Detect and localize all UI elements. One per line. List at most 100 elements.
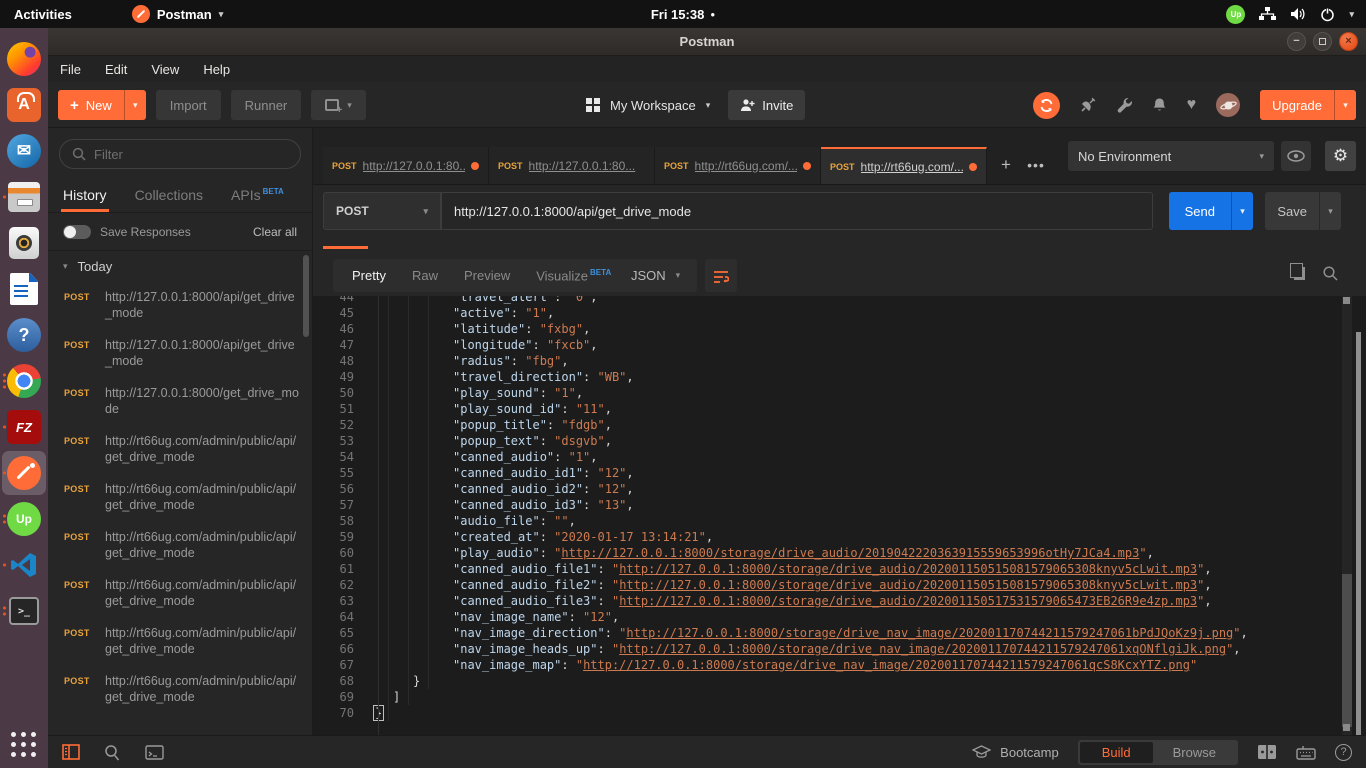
- tab-apis[interactable]: APIsBETA: [231, 187, 284, 212]
- dock-item-ubuntu-software[interactable]: A: [2, 83, 46, 127]
- history-item[interactable]: POSThttp://127.0.0.1:8000/api/get_drive_…: [48, 281, 312, 329]
- runner-button[interactable]: Runner: [231, 90, 302, 120]
- dock-item-chrome[interactable]: [2, 359, 46, 403]
- sidebar-scrollbar[interactable]: [303, 255, 309, 337]
- interceptor-satellite-icon[interactable]: [1080, 97, 1097, 113]
- response-scrollbar-thumb[interactable]: [1342, 574, 1352, 727]
- tab-overflow-button[interactable]: •••: [1024, 153, 1048, 177]
- close-button[interactable]: ×: [1339, 32, 1358, 51]
- find-icon[interactable]: [104, 744, 121, 761]
- clock[interactable]: Fri 15:38 ●: [651, 7, 715, 22]
- method-select[interactable]: POST ▾: [323, 192, 441, 230]
- console-icon[interactable]: [145, 745, 164, 760]
- dock-item-terminal[interactable]: >_: [2, 589, 46, 633]
- app-menu[interactable]: Postman ▾: [132, 5, 223, 23]
- settings-wrench-icon[interactable]: [1117, 97, 1132, 113]
- sync-button[interactable]: [1033, 92, 1060, 119]
- activities-button[interactable]: Activities: [0, 0, 86, 28]
- history-group-header[interactable]: ▾ Today: [48, 251, 312, 281]
- tab-collections[interactable]: Collections: [135, 187, 203, 212]
- copy-icon[interactable]: [1294, 267, 1305, 280]
- json-link-value[interactable]: http://127.0.0.1:8000/storage/drive_audi…: [619, 578, 1197, 592]
- json-link-value[interactable]: http://127.0.0.1:8000/storage/drive_audi…: [561, 546, 1139, 560]
- environment-eye-button[interactable]: [1281, 141, 1311, 171]
- send-button[interactable]: Send ▾: [1169, 192, 1253, 230]
- dock-item-filezilla[interactable]: FZ: [2, 405, 46, 449]
- upgrade-dropdown-caret[interactable]: ▾: [1334, 90, 1356, 120]
- dock-item-firefox[interactable]: [2, 37, 46, 81]
- bootcamp-button[interactable]: Bootcamp: [972, 745, 1059, 760]
- wrap-lines-button[interactable]: [705, 259, 737, 292]
- notifications-bell-icon[interactable]: [1152, 97, 1167, 113]
- dock-item-thunderbird[interactable]: ✉: [2, 129, 46, 173]
- view-tab-preview[interactable]: Preview: [451, 268, 523, 283]
- dock-item-rhythmbox[interactable]: [2, 221, 46, 265]
- request-tab[interactable]: POSThttp://127.0.0.1:80...: [489, 147, 655, 184]
- json-link-value[interactable]: http://127.0.0.1:8000/storage/drive_nav_…: [583, 658, 1190, 672]
- json-link-value[interactable]: http://127.0.0.1:8000/storage/drive_nav_…: [619, 642, 1226, 656]
- view-tab-raw[interactable]: Raw: [399, 268, 451, 283]
- invite-button[interactable]: Invite: [728, 90, 805, 120]
- history-item[interactable]: POSThttp://rt66ug.com/admin/public/api/g…: [48, 473, 312, 521]
- menu-edit[interactable]: Edit: [105, 62, 127, 77]
- keyboard-shortcuts-icon[interactable]: [1296, 745, 1316, 760]
- dock-item-libreoffice-writer[interactable]: [2, 267, 46, 311]
- save-button[interactable]: Save ▾: [1265, 192, 1341, 230]
- workspace-switcher[interactable]: My Workspace ▾: [586, 98, 710, 113]
- history-item[interactable]: POSThttp://rt66ug.com/admin/public/api/g…: [48, 569, 312, 617]
- history-item[interactable]: POSThttp://127.0.0.1:8000/get_drive_mode: [48, 377, 312, 425]
- environment-settings-button[interactable]: ⚙: [1325, 141, 1356, 171]
- two-pane-icon[interactable]: [1257, 744, 1277, 760]
- browse-tab[interactable]: Browse: [1153, 742, 1236, 763]
- clear-all-link[interactable]: Clear all: [253, 225, 297, 239]
- history-item[interactable]: POSThttp://rt66ug.com/admin/public/api/g…: [48, 521, 312, 569]
- new-dropdown-caret[interactable]: ▾: [124, 90, 146, 120]
- response-search-icon[interactable]: [1322, 265, 1338, 281]
- new-button[interactable]: + New ▾: [58, 90, 146, 120]
- save-dropdown-caret[interactable]: ▾: [1319, 192, 1341, 230]
- request-tab[interactable]: POSThttp://rt66ug.com/...: [821, 147, 987, 184]
- history-item[interactable]: POSThttp://rt66ug.com/admin/public/api/g…: [48, 425, 312, 473]
- system-tray[interactable]: Up ▾: [1226, 5, 1366, 24]
- menu-help[interactable]: Help: [203, 62, 230, 77]
- history-item[interactable]: POSThttp://127.0.0.1:8000/api/get_drive_…: [48, 329, 312, 377]
- json-link-value[interactable]: http://127.0.0.1:8000/storage/drive_nav_…: [626, 626, 1233, 640]
- send-dropdown-caret[interactable]: ▾: [1231, 192, 1253, 230]
- toggle-sidebar-icon[interactable]: [62, 744, 80, 760]
- help-icon[interactable]: ?: [1335, 744, 1352, 761]
- open-new-button[interactable]: ▾: [311, 90, 366, 120]
- request-tab[interactable]: POSThttp://rt66ug.com/...: [655, 147, 821, 184]
- menu-view[interactable]: View: [151, 62, 179, 77]
- response-language-select[interactable]: JSON ▾: [621, 259, 697, 292]
- request-tab[interactable]: POSThttp://127.0.0.1:80...: [323, 147, 489, 184]
- dock-item-upwork[interactable]: Up: [2, 497, 46, 541]
- upwork-tray-icon[interactable]: Up: [1226, 5, 1245, 24]
- build-tab[interactable]: Build: [1080, 742, 1153, 763]
- environment-select[interactable]: No Environment ▾: [1068, 141, 1274, 171]
- window-scrollbar[interactable]: [1356, 332, 1361, 768]
- history-item[interactable]: POSThttp://rt66ug.com/admin/public/api/g…: [48, 665, 312, 713]
- dock-item-vscode[interactable]: [2, 543, 46, 587]
- filter-input[interactable]: Filter: [59, 139, 301, 169]
- history-item[interactable]: POSThttp://rt66ug.com/admin/public/api/g…: [48, 713, 312, 722]
- json-link-value[interactable]: http://127.0.0.1:8000/storage/drive_audi…: [619, 594, 1197, 608]
- avatar[interactable]: [1216, 93, 1240, 117]
- view-tab-pretty[interactable]: Pretty: [339, 268, 399, 283]
- tab-history[interactable]: History: [63, 187, 107, 212]
- heart-icon[interactable]: ♥: [1187, 96, 1197, 114]
- menu-file[interactable]: File: [60, 62, 81, 77]
- upgrade-button[interactable]: Upgrade ▾: [1260, 90, 1356, 120]
- json-link-value[interactable]: http://127.0.0.1:8000/storage/drive_audi…: [619, 562, 1197, 576]
- history-item[interactable]: POSThttp://rt66ug.com/admin/public/api/g…: [48, 617, 312, 665]
- new-tab-button[interactable]: +: [994, 153, 1018, 177]
- dock-item-postman[interactable]: [2, 451, 46, 495]
- import-button[interactable]: Import: [156, 90, 221, 120]
- window-titlebar[interactable]: Postman − ×: [48, 28, 1366, 56]
- maximize-button[interactable]: [1313, 32, 1332, 51]
- show-applications-icon[interactable]: [9, 730, 39, 760]
- dock-item-help[interactable]: ?: [2, 313, 46, 357]
- save-responses-toggle[interactable]: [63, 225, 91, 239]
- dock-item-archive-manager[interactable]: [2, 175, 46, 219]
- view-tab-visualize[interactable]: VisualizeBETA: [523, 268, 624, 283]
- url-input[interactable]: http://127.0.0.1:8000/api/get_drive_mode: [441, 192, 1153, 230]
